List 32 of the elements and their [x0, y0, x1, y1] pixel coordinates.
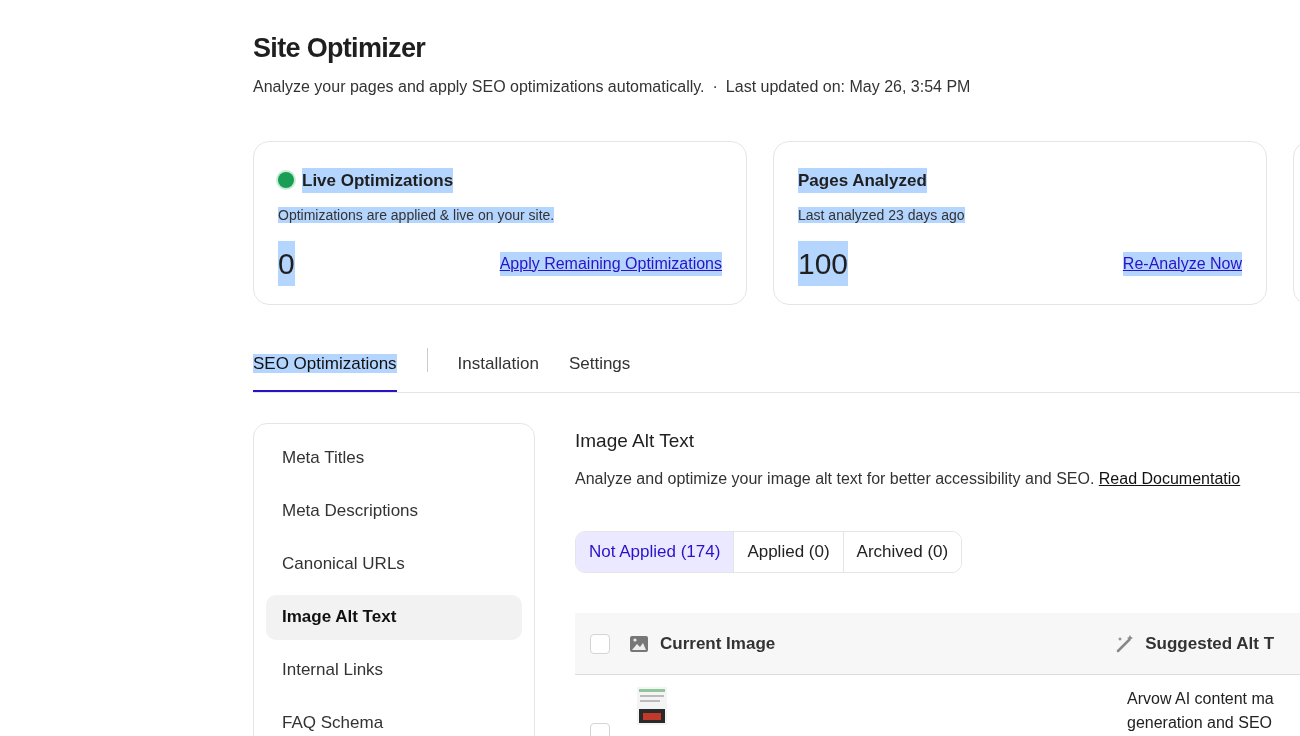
sidebar-item[interactable]: FAQ Schema	[266, 700, 522, 736]
sidebar-item[interactable]: Meta Titles	[266, 435, 522, 481]
page-title: Site Optimizer	[253, 32, 427, 65]
column-header: Current Image	[660, 632, 776, 655]
sidebar-item[interactable]: Meta Descriptions	[266, 488, 522, 534]
card-action-link[interactable]: Apply Remaining Optimizations	[499, 251, 722, 276]
card-action-link[interactable]: Re-Analyze Now	[1122, 251, 1242, 276]
documentation-link[interactable]: Read Documentatio	[1098, 470, 1241, 487]
filter-tab[interactable]: Not Applied (174)	[576, 532, 734, 572]
tab[interactable]: SEO Optimizations	[253, 337, 397, 392]
sidebar-item[interactable]: Canonical URLs	[266, 541, 522, 587]
card-description: Last analyzed 23 days ago	[798, 207, 965, 223]
card-description: Optimizations are applied & live on your site.	[278, 207, 555, 223]
tab[interactable]: Settings	[568, 337, 631, 392]
suggested-alt-text: Arvow AI content ma	[1127, 689, 1274, 709]
card-count: 0	[278, 241, 295, 286]
section-title: Image Alt Text	[575, 428, 695, 453]
column-header: Suggested Alt T	[1145, 632, 1274, 655]
tab[interactable]: Installation	[457, 337, 539, 392]
last-updated: Last updated on: May 26, 3:54 PM	[725, 76, 971, 97]
sidebar-item[interactable]: Internal Links	[266, 647, 522, 693]
checkbox[interactable]	[590, 633, 610, 654]
card-count: 100	[798, 241, 849, 286]
card-title: Live Optimizations	[302, 167, 454, 193]
page-subtitle: Analyze your pages and apply SEO optimizations automatically.	[253, 76, 705, 97]
separator-dot: ·	[712, 76, 718, 97]
sidebar-item[interactable]: Image Alt Text	[266, 594, 522, 640]
card-title: Pages Analyzed	[798, 167, 927, 193]
filter-tab[interactable]: Archived (0)	[842, 532, 962, 572]
section-description: Analyze and optimize your image alt text for better accessibility and SEO. Read Documentatio	[575, 469, 1242, 489]
image-icon	[629, 634, 649, 653]
suggested-alt-text: generation and SEO	[1127, 713, 1273, 733]
